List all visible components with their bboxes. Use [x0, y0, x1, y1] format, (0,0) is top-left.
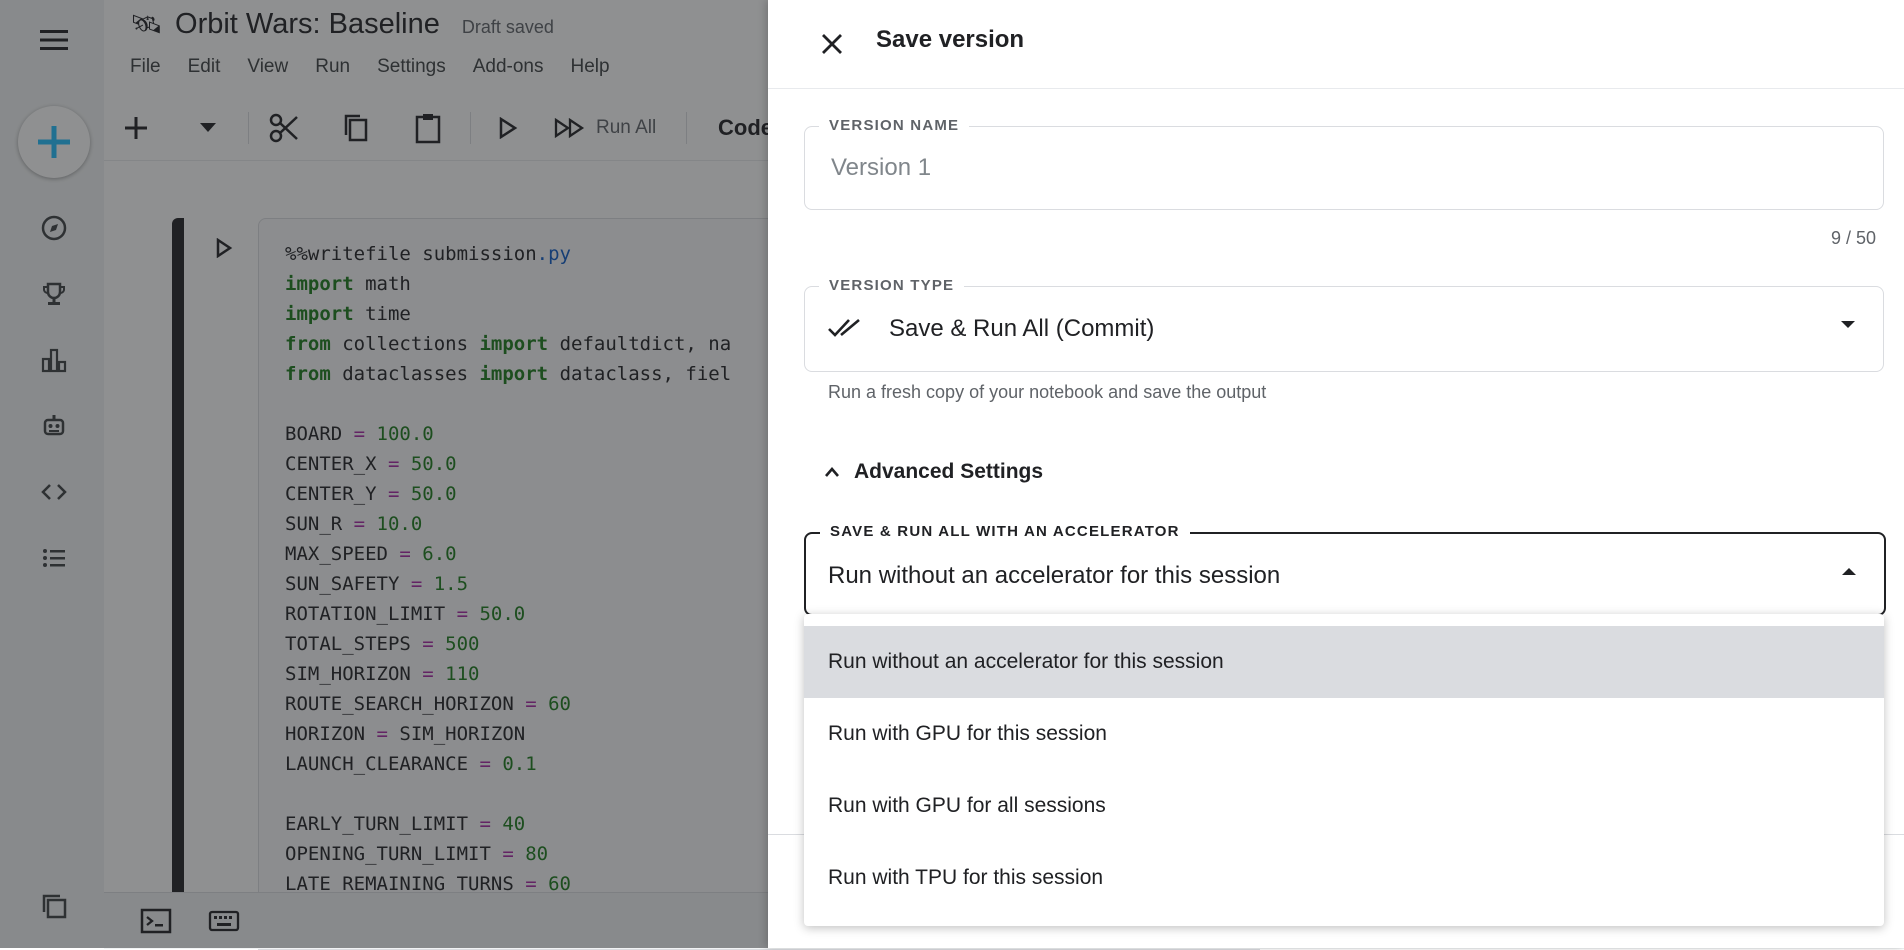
version-type-select[interactable]: VERSION TYPE Save & Run All (Commit)	[804, 277, 1884, 372]
accelerator-select[interactable]: SAVE & RUN ALL WITH AN ACCELERATOR Run w…	[804, 523, 1886, 616]
version-type-value: Save & Run All (Commit)	[889, 315, 1155, 342]
panel-title: Save version	[876, 26, 1025, 53]
version-name-input[interactable]	[829, 153, 1853, 183]
close-button[interactable]	[808, 20, 856, 68]
advanced-settings-label: Advanced Settings	[854, 460, 1044, 483]
chevron-up-icon	[825, 467, 839, 477]
save-version-panel: Save version VERSION NAME 9 / 50 VERSION…	[768, 0, 1904, 948]
accelerator-label: SAVE & RUN ALL WITH AN ACCELERATOR	[820, 523, 1190, 540]
close-icon	[822, 34, 842, 54]
advanced-settings-toggle[interactable]: Advanced Settings	[824, 454, 1043, 490]
version-name-label: VERSION NAME	[819, 117, 970, 134]
version-name-field[interactable]: VERSION NAME	[804, 117, 1884, 210]
panel-header: Save version	[768, 0, 1904, 89]
version-type-helper-text: Run a fresh copy of your notebook and sa…	[828, 382, 1267, 402]
option-gpu-all-sessions[interactable]: Run with GPU for all sessions	[804, 770, 1884, 842]
accelerator-options-menu: Run without an accelerator for this sess…	[804, 614, 1884, 926]
dropdown-arrow-up-icon	[1842, 568, 1856, 575]
double-check-icon	[827, 313, 863, 343]
option-tpu-this-session[interactable]: Run with TPU for this session	[804, 842, 1884, 914]
dropdown-arrow-icon	[1841, 321, 1855, 328]
option-gpu-this-session[interactable]: Run with GPU for this session	[804, 698, 1884, 770]
option-no-accelerator[interactable]: Run without an accelerator for this sess…	[804, 626, 1884, 698]
version-type-label: VERSION TYPE	[819, 277, 965, 294]
accelerator-value: Run without an accelerator for this sess…	[828, 562, 1281, 589]
character-counter: 9 / 50	[1830, 228, 1876, 248]
